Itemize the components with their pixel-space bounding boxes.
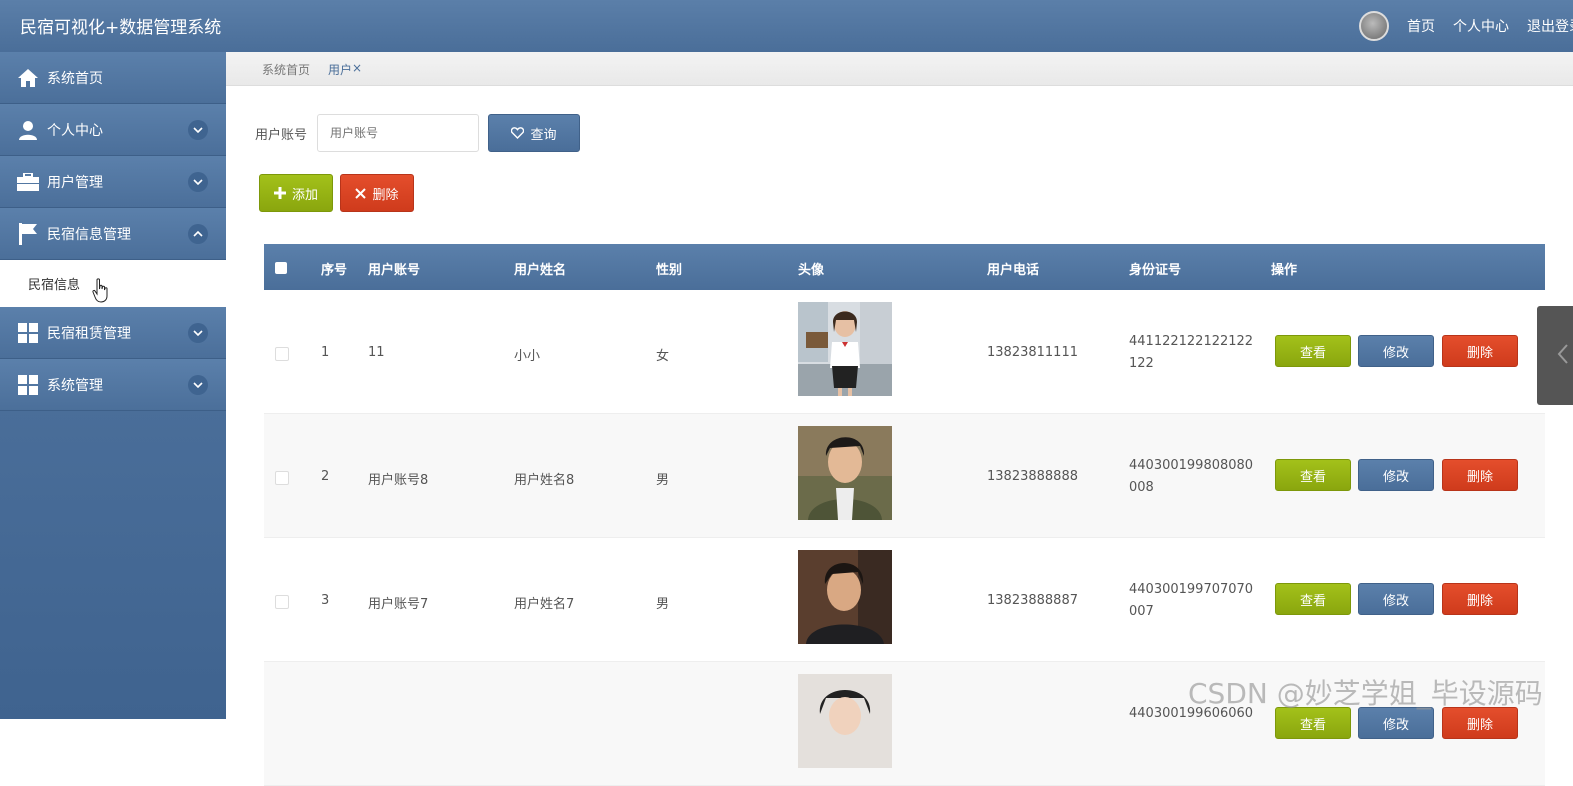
column-header: 身份证号: [1129, 263, 1182, 278]
sidebar-item-rental-management[interactable]: 民宿租赁管理: [0, 307, 226, 359]
column-header: 操作: [1271, 263, 1298, 278]
row-checkbox[interactable]: [275, 595, 289, 609]
chevron-up-icon[interactable]: [188, 224, 208, 244]
add-button[interactable]: 添加: [259, 174, 333, 212]
search-input[interactable]: [317, 114, 479, 152]
table-row: 3 用户账号7 用户姓名7 男 13823888887 440300199707…: [264, 538, 1545, 662]
sidebar-item-label: 民宿租赁管理: [47, 325, 131, 342]
search-button[interactable]: 查询: [488, 114, 580, 152]
cell-name: 用户姓名8: [514, 473, 575, 488]
chevron-left-icon: [1557, 343, 1569, 369]
table-row: 1 11 小小 女 13823811111 441122122122122122…: [264, 290, 1545, 414]
cell-no: 3: [321, 593, 330, 608]
close-icon[interactable]: ×: [352, 61, 362, 75]
cell-name: 小小: [514, 349, 541, 364]
sidebar-item-profile[interactable]: 个人中心: [0, 104, 226, 156]
cell-account: 11: [368, 345, 385, 360]
hand-cursor-icon: [92, 278, 110, 308]
column-header: 用户姓名: [514, 263, 567, 278]
chevron-down-icon[interactable]: [188, 172, 208, 192]
cell-account: 用户账号7: [368, 597, 429, 612]
sidebar-item-home[interactable]: 系统首页: [0, 52, 226, 104]
nav-logout-link[interactable]: 退出登录: [1527, 16, 1573, 36]
edit-button[interactable]: 修改: [1358, 583, 1434, 615]
view-button[interactable]: 查看: [1275, 583, 1351, 615]
delete-row-button[interactable]: 删除: [1442, 335, 1518, 367]
close-icon: [355, 187, 367, 199]
cell-phone: 13823888888: [987, 469, 1078, 484]
user-icon: [17, 119, 39, 141]
cell-no: 2: [321, 469, 330, 484]
search-button-label: 查询: [530, 127, 557, 143]
avatar-photo: [798, 302, 892, 396]
sidebar-item-label: 民宿信息管理: [47, 226, 131, 243]
row-checkbox[interactable]: [275, 471, 289, 485]
avatar-photo: [798, 426, 892, 520]
sidebar-item-system-management[interactable]: 系统管理: [0, 359, 226, 411]
view-button[interactable]: 查看: [1275, 335, 1351, 367]
edit-button[interactable]: 修改: [1358, 335, 1434, 367]
cell-id-number: 440300199808080008: [1129, 458, 1254, 495]
cell-gender: 男: [656, 597, 670, 612]
cell-gender: 女: [656, 349, 670, 364]
column-header: 性别: [656, 263, 683, 278]
submenu-item-label: 民宿信息: [28, 278, 81, 293]
row-checkbox[interactable]: [275, 347, 289, 361]
edit-button[interactable]: 修改: [1358, 459, 1434, 491]
table-header: 序号 用户账号 用户姓名 性别 头像 用户电话 身份证号 操作: [264, 244, 1545, 290]
sidebar-item-label: 系统管理: [47, 377, 103, 394]
sidebar-item-label: 用户管理: [47, 174, 103, 191]
submenu-item-homestay-info[interactable]: 民宿信息: [0, 260, 226, 307]
avatar-photo: [798, 674, 892, 768]
column-header: 用户账号: [368, 263, 421, 278]
top-bar: 民宿可视化+数据管理系统 首页 个人中心 退出登录: [0, 0, 1573, 52]
sidebar: 系统首页 个人中心 用户管理 民宿信息管理 民宿信息 民宿租赁管理 系统管理: [0, 52, 226, 719]
grid-icon: [17, 374, 39, 396]
flag-icon: [17, 222, 39, 245]
app-title: 民宿可视化+数据管理系统: [20, 18, 222, 38]
sidebar-item-user-management[interactable]: 用户管理: [0, 156, 226, 208]
breadcrumb: 系统首页 用户 ×: [226, 52, 1573, 86]
home-icon: [17, 67, 39, 89]
cell-account: 用户账号8: [368, 473, 429, 488]
sidebar-item-homestay-info[interactable]: 民宿信息管理: [0, 208, 226, 260]
heart-icon: [511, 127, 525, 139]
plus-icon: [273, 187, 286, 199]
side-panel-toggle[interactable]: [1537, 306, 1573, 405]
add-button-label: 添加: [291, 187, 318, 203]
chevron-down-icon[interactable]: [188, 323, 208, 343]
sidebar-item-label: 系统首页: [47, 70, 103, 87]
grid-icon: [17, 322, 39, 344]
delete-button[interactable]: 删除: [340, 174, 414, 212]
chevron-down-icon[interactable]: [188, 120, 208, 140]
column-header: 头像: [798, 263, 825, 278]
select-all-checkbox[interactable]: [275, 262, 287, 274]
view-button[interactable]: 查看: [1275, 459, 1351, 491]
nav-profile-link[interactable]: 个人中心: [1453, 16, 1509, 36]
delete-button-label: 删除: [372, 187, 399, 203]
cell-id-number: 441122122122122122: [1129, 334, 1254, 371]
nav-home-link[interactable]: 首页: [1407, 16, 1435, 36]
cell-id-number: 440300199707070007: [1129, 582, 1254, 619]
avatar-photo: [798, 550, 892, 644]
column-header: 序号: [321, 263, 348, 278]
cell-phone: 13823888887: [987, 593, 1078, 608]
table-row: 2 用户账号8 用户姓名8 男 13823888888 440300199808…: [264, 414, 1545, 538]
cell-no: 1: [321, 345, 330, 360]
breadcrumb-home[interactable]: 系统首页: [262, 61, 310, 78]
delete-row-button[interactable]: 删除: [1442, 459, 1518, 491]
briefcase-icon: [17, 171, 39, 193]
watermark: CSDN @妙芝学姐_毕设源码: [1188, 677, 1543, 710]
breadcrumb-current[interactable]: 用户: [328, 61, 352, 78]
cell-phone: 13823811111: [987, 345, 1078, 360]
top-nav: 首页 个人中心 退出登录: [1359, 0, 1573, 52]
cell-name: 用户姓名7: [514, 597, 575, 612]
cell-gender: 男: [656, 473, 670, 488]
chevron-down-icon[interactable]: [188, 375, 208, 395]
sidebar-item-label: 个人中心: [47, 122, 103, 139]
delete-row-button[interactable]: 删除: [1442, 583, 1518, 615]
column-header: 用户电话: [987, 263, 1040, 278]
search-label: 用户账号: [255, 128, 308, 143]
user-avatar[interactable]: [1359, 11, 1389, 41]
